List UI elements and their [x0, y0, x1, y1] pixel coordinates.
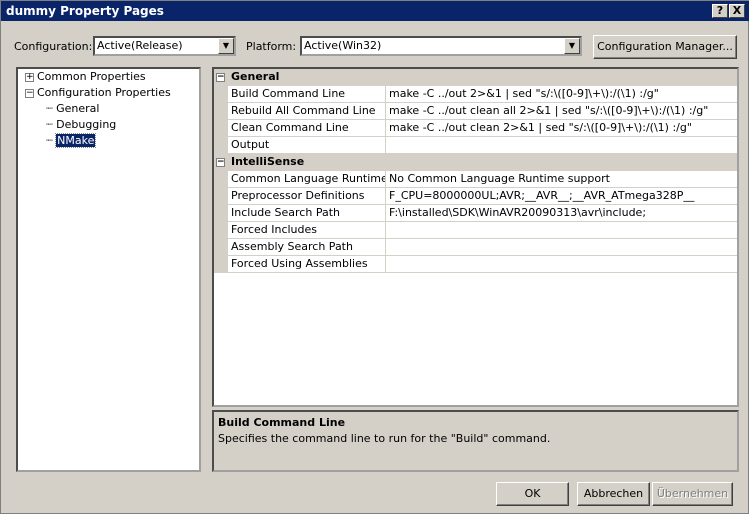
row-gutter — [214, 222, 228, 239]
row-gutter — [214, 120, 228, 137]
configuration-label: Configuration: — [14, 40, 93, 53]
property-row[interactable]: Assembly Search Path — [214, 239, 737, 256]
property-value[interactable] — [385, 256, 737, 273]
property-value[interactable]: make -C ../out clean 2>&1 | sed "s/:\([0… — [385, 120, 737, 137]
tree-item-configuration-properties[interactable]: − Configuration Properties — [25, 85, 171, 101]
platform-label: Platform: — [246, 40, 297, 53]
help-button[interactable]: ? — [712, 4, 728, 18]
row-gutter — [214, 239, 228, 256]
property-row[interactable]: Forced Using Assemblies — [214, 256, 737, 273]
property-name: Preprocessor Definitions — [231, 189, 365, 202]
description-panel: Build Command Line Specifies the command… — [212, 410, 739, 472]
row-gutter — [214, 188, 228, 205]
collapse-icon[interactable]: − — [25, 88, 34, 98]
tree-label: Common Properties — [37, 70, 146, 83]
category-label: IntelliSense — [231, 155, 305, 168]
property-value[interactable] — [385, 239, 737, 256]
property-name: Rebuild All Command Line — [231, 104, 376, 117]
configuration-select[interactable]: Active(Release) ▼ — [93, 36, 236, 56]
cancel-button[interactable]: Abbrechen — [577, 482, 650, 506]
chevron-down-icon[interactable]: ▼ — [218, 38, 234, 54]
row-gutter — [214, 256, 228, 273]
tree-label: NMake — [55, 133, 97, 148]
category-label: General — [231, 70, 280, 83]
property-row[interactable]: Forced Includes — [214, 222, 737, 239]
category-row[interactable]: − General — [214, 69, 737, 86]
property-value[interactable] — [385, 137, 737, 154]
description-title: Build Command Line — [218, 416, 346, 429]
row-gutter — [214, 137, 228, 154]
title-bar: dummy Property Pages ? X — [1, 1, 749, 21]
row-gutter — [214, 86, 228, 103]
property-name: Clean Command Line — [231, 121, 349, 134]
property-name: Build Command Line — [231, 87, 346, 100]
property-grid: − General Build Command Line make -C ../out… — [212, 67, 739, 407]
property-name: Forced Includes — [231, 223, 318, 236]
chevron-down-icon[interactable]: ▼ — [564, 38, 580, 54]
property-tree: + Common Properties − Configuration Proper… — [16, 67, 201, 472]
property-name: Include Search Path — [231, 206, 340, 219]
platform-value: Active(Win32) — [304, 39, 382, 52]
property-row[interactable]: Common Language Runtime SupportNo Common… — [214, 171, 737, 188]
configuration-manager-button[interactable]: Configuration Manager... — [593, 35, 737, 59]
property-value[interactable]: No Common Language Runtime support — [385, 171, 737, 188]
property-value[interactable]: F:\installed\SDK\WinAVR20090313\avr\incl… — [385, 205, 737, 222]
tree-item-nmake[interactable]: ┈ NMake — [46, 133, 97, 149]
ok-button[interactable]: OK — [496, 482, 569, 506]
tree-label: Debugging — [56, 118, 117, 131]
property-value[interactable]: F_CPU=8000000UL;AVR;__AVR__;__AVR_ATmega… — [385, 188, 737, 205]
expand-icon[interactable]: + — [25, 72, 34, 82]
property-name: Common Language Runtime Support — [231, 172, 385, 185]
description-text: Specifies the command line to run for th… — [218, 432, 551, 445]
property-name: Output — [231, 138, 270, 151]
property-row[interactable]: Build Command Line make -C ../out 2>&1 | … — [214, 86, 737, 103]
property-value[interactable] — [385, 222, 737, 239]
property-name: Forced Using Assemblies — [231, 257, 368, 270]
property-value[interactable]: make -C ../out clean all 2>&1 | sed "s/:… — [385, 103, 737, 120]
property-value[interactable]: make -C ../out 2>&1 | sed "s/:\([0-9]\+\… — [385, 86, 737, 103]
tree-item-debugging[interactable]: ┈ Debugging — [46, 117, 116, 133]
property-row[interactable]: Output — [214, 137, 737, 154]
tree-label: General — [56, 102, 100, 115]
tree-item-general[interactable]: ┈ General — [46, 101, 99, 117]
collapse-icon[interactable]: − — [216, 72, 225, 82]
tree-label: Configuration Properties — [37, 86, 171, 99]
property-name: Assembly Search Path — [231, 240, 353, 253]
platform-select[interactable]: Active(Win32) ▼ — [300, 36, 582, 56]
row-gutter — [214, 171, 228, 188]
property-row[interactable]: Clean Command Line make -C ../out clean 2… — [214, 120, 737, 137]
configuration-value: Active(Release) — [97, 39, 183, 52]
property-row[interactable]: Preprocessor Definitions F_CPU=8000000UL;… — [214, 188, 737, 205]
row-gutter — [214, 103, 228, 120]
collapse-icon[interactable]: − — [216, 157, 225, 167]
window-title: dummy Property Pages — [6, 4, 164, 18]
property-row[interactable]: Include Search Path F:\installed\SDK\WinA… — [214, 205, 737, 222]
row-gutter — [214, 205, 228, 222]
category-row[interactable]: − IntelliSense — [214, 154, 737, 171]
close-button[interactable]: X — [729, 4, 745, 18]
property-row[interactable]: Rebuild All Command Line make -C ../out c… — [214, 103, 737, 120]
tree-item-common-properties[interactable]: + Common Properties — [25, 69, 146, 85]
apply-button[interactable]: Übernehmen — [652, 482, 733, 506]
